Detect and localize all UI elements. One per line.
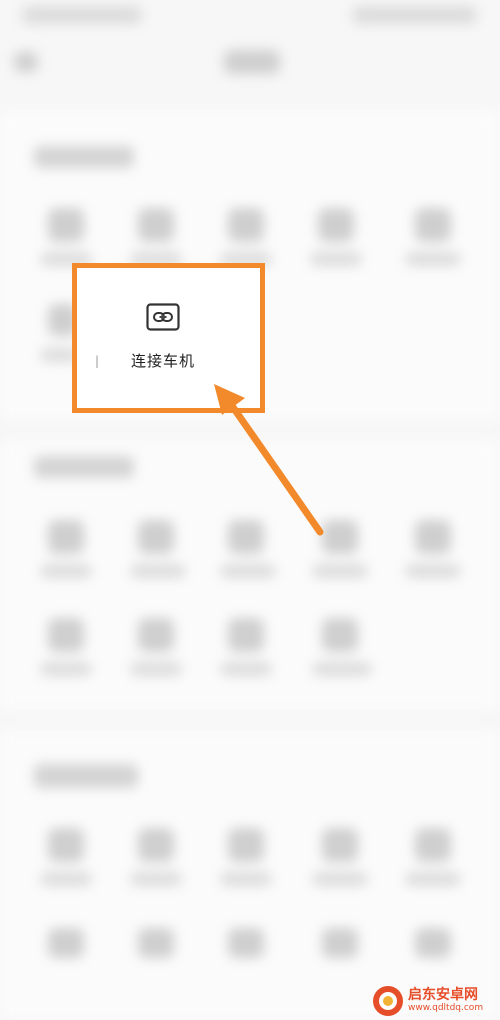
grid-item-icon: [322, 928, 358, 958]
grid-item-icon: [138, 208, 174, 242]
status-bar-left: [22, 6, 142, 24]
link-icon: [146, 303, 180, 331]
section-1-title: [34, 146, 134, 168]
grid-item-icon: [138, 618, 174, 652]
grid-item-label: [40, 564, 92, 578]
watermark: 启东安卓网 www.qdltdq.com: [372, 984, 483, 1018]
grid-item-label: [40, 662, 92, 676]
grid-item-label: [220, 564, 276, 578]
grid-item-icon: [48, 208, 84, 242]
grid-item-icon: [48, 828, 84, 862]
grid-item-label: [220, 872, 272, 886]
grid-item-icon: [228, 928, 264, 958]
grid-item-icon: [48, 928, 84, 958]
grid-item-label: [220, 662, 272, 676]
grid-item-icon: [415, 520, 451, 554]
grid-item-label: [405, 252, 461, 266]
watermark-url: www.qdltdq.com: [408, 1003, 484, 1013]
connect-car-label: 连接车机: [130, 352, 195, 370]
grid-item-icon: [322, 828, 358, 862]
watermark-logo-icon: [373, 986, 403, 1016]
grid-item-icon: [318, 208, 354, 242]
grid-item-icon: [228, 618, 264, 652]
grid-item-icon: [415, 828, 451, 862]
grid-item-label: [40, 872, 92, 886]
page-title: [224, 50, 280, 74]
grid-item-icon: [138, 520, 174, 554]
grid-item-icon: [138, 828, 174, 862]
grid-item-icon: [228, 208, 264, 242]
grid-item-label: [312, 662, 372, 676]
grid-item-icon: [48, 618, 84, 652]
section-3-title: [34, 764, 138, 788]
pointer-arrow-icon: [214, 384, 324, 536]
grid-item-icon: [48, 520, 84, 554]
grid-item-label: [312, 564, 368, 578]
grid-item-icon: [415, 928, 451, 958]
grid-item-label: [405, 564, 461, 578]
grid-item-label: [130, 872, 182, 886]
grid-item-label: [130, 564, 186, 578]
grid-item-icon: [138, 928, 174, 958]
grid-item-label: [312, 872, 368, 886]
grid-item-label: [310, 252, 362, 266]
grid-item-icon: [228, 828, 264, 862]
watermark-brand: 启东安卓网: [408, 987, 478, 1003]
grid-item-icon: [322, 618, 358, 652]
status-bar-right: [352, 6, 477, 24]
grid-item-label: [130, 662, 182, 676]
grid-item-label: [405, 872, 461, 886]
back-icon: [14, 52, 38, 72]
grid-item-icon: [415, 208, 451, 242]
section-2-title: [34, 456, 134, 478]
